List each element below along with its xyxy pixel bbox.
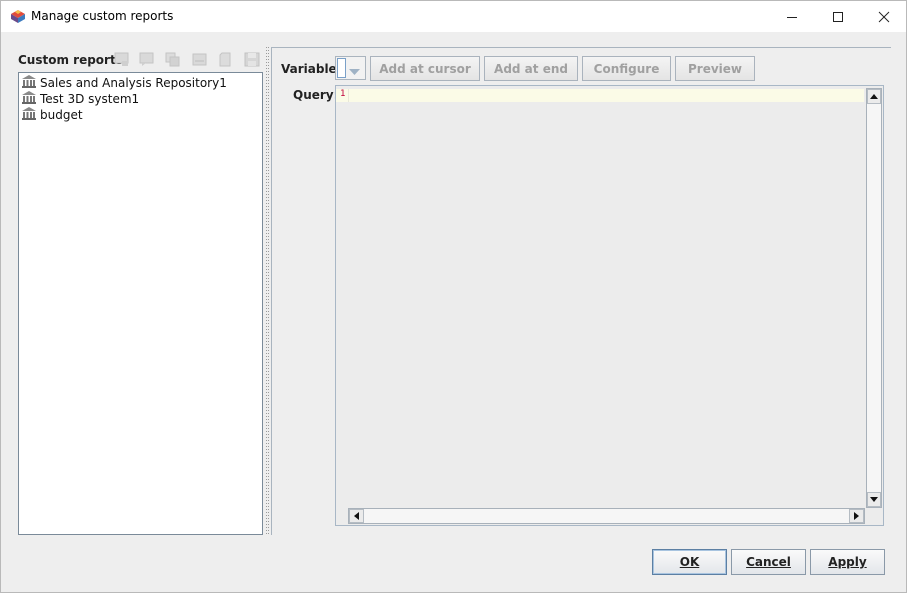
- custom-reports-tree[interactable]: Sales and Analysis Repository1 Test 3D s…: [18, 72, 263, 535]
- save-report-icon[interactable]: [243, 51, 261, 68]
- list-item-label: budget: [40, 108, 83, 122]
- scroll-up-button[interactable]: [867, 89, 881, 104]
- maximize-icon: [833, 11, 843, 22]
- minimize-button[interactable]: [769, 1, 815, 32]
- app-logo-icon: [10, 9, 26, 24]
- custom-reports-header: Custom reports: [17, 47, 263, 72]
- preview-button[interactable]: Preview: [675, 56, 755, 81]
- delete-report-icon[interactable]: [217, 51, 235, 68]
- arrow-up-icon: [870, 94, 878, 99]
- list-item[interactable]: Sales and Analysis Repository1: [21, 75, 227, 91]
- variable-label: Variable:: [281, 62, 342, 76]
- cancel-button[interactable]: Cancel: [731, 549, 806, 575]
- add-at-end-button[interactable]: Add at end: [484, 56, 578, 81]
- list-item-label: Sales and Analysis Repository1: [40, 76, 227, 90]
- list-item-label: Test 3D system1: [40, 92, 140, 106]
- arrow-down-icon: [870, 497, 878, 502]
- close-icon: [878, 11, 890, 22]
- scroll-down-button[interactable]: [867, 492, 881, 507]
- horizontal-scrollbar[interactable]: [348, 508, 865, 524]
- line-number: 1: [340, 89, 346, 99]
- query-panel: Variable: Add at cursor Add at end Confi…: [271, 47, 891, 535]
- list-item[interactable]: budget: [21, 107, 83, 123]
- list-item[interactable]: Test 3D system1: [21, 91, 139, 107]
- configure-button[interactable]: Configure: [582, 56, 671, 81]
- chevron-down-icon: [349, 65, 360, 79]
- new-report-icon[interactable]: [113, 51, 131, 68]
- custom-reports-title: Custom reports: [18, 53, 123, 67]
- scroll-left-button[interactable]: [349, 509, 364, 523]
- vertical-scrollbar[interactable]: [866, 88, 882, 508]
- query-editor[interactable]: 1: [335, 85, 884, 526]
- add-at-cursor-button[interactable]: Add at cursor: [370, 56, 480, 81]
- close-button[interactable]: [861, 1, 907, 32]
- current-line-highlight: [336, 89, 864, 102]
- minimize-icon: [787, 16, 797, 18]
- ok-button[interactable]: OK: [652, 549, 727, 575]
- copy-report-icon[interactable]: [164, 51, 182, 68]
- edit-report-icon[interactable]: [138, 51, 156, 68]
- variable-value: [337, 58, 346, 78]
- custom-reports-panel: Custom reports Sales and Analysis Reposi…: [17, 47, 263, 535]
- query-label: Query:: [293, 88, 339, 102]
- manage-custom-reports-dialog: Manage custom reports Custom reports Sal…: [0, 0, 907, 593]
- arrow-right-icon: [854, 512, 859, 520]
- variable-select[interactable]: [335, 56, 366, 80]
- apply-button[interactable]: Apply: [810, 549, 885, 575]
- rename-report-icon[interactable]: [191, 51, 209, 68]
- gutter-divider: [348, 89, 349, 102]
- title-bar[interactable]: Manage custom reports: [1, 1, 906, 32]
- arrow-left-icon: [354, 512, 359, 520]
- repository-icon: [21, 106, 37, 124]
- scroll-right-button[interactable]: [849, 509, 864, 523]
- window-title: Manage custom reports: [31, 9, 174, 23]
- maximize-button[interactable]: [815, 1, 861, 32]
- panel-splitter[interactable]: [264, 47, 271, 535]
